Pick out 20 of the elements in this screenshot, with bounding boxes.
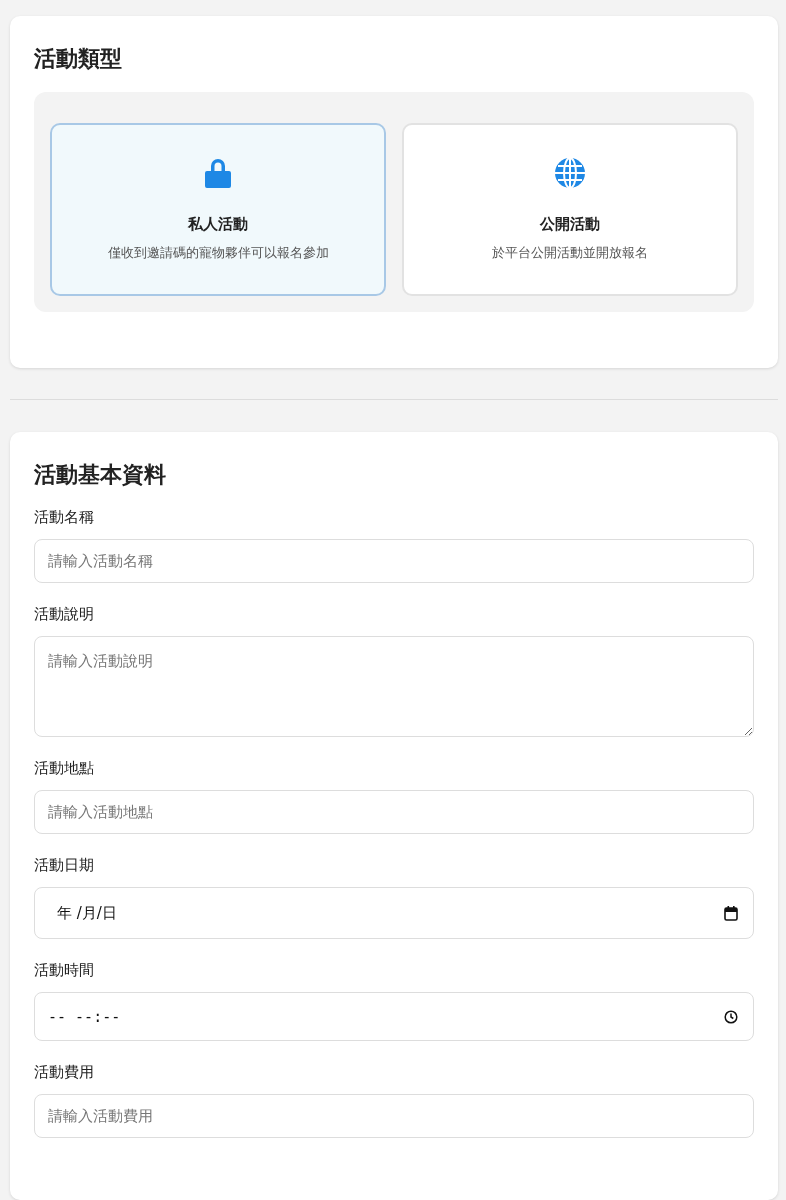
- lock-icon: [204, 157, 232, 189]
- field-label: 活動名稱: [34, 508, 95, 527]
- activity-type-option[interactable]: 私人活動 僅收到邀請碼的寵物夥伴可以報名參加: [50, 123, 386, 296]
- field-label: 活動時間: [34, 961, 95, 980]
- field-label: 活動費用: [34, 1063, 95, 1082]
- globe-icon: [554, 157, 586, 189]
- input-field[interactable]: 請輸入活動地點: [34, 790, 754, 834]
- input-field[interactable]: 請輸入活動名稱: [34, 539, 754, 583]
- calendar-icon: [724, 905, 738, 921]
- time-field[interactable]: -- --:--: [34, 992, 754, 1041]
- field-label: 活動說明: [34, 605, 95, 624]
- text-area[interactable]: 請輸入活動說明: [34, 636, 754, 737]
- field-label: 活動地點: [34, 759, 95, 778]
- section-title: 活動類型: [34, 45, 123, 73]
- section-title: 活動基本資料: [34, 461, 167, 489]
- clock-icon: [724, 1009, 738, 1024]
- input-field[interactable]: 請輸入活動費用: [34, 1094, 754, 1138]
- activity-type-option[interactable]: 公開活動 於平台公開活動並開放報名: [402, 123, 738, 296]
- field-label: 活動日期: [34, 856, 95, 875]
- date-field[interactable]: 年 /月/日: [34, 887, 754, 939]
